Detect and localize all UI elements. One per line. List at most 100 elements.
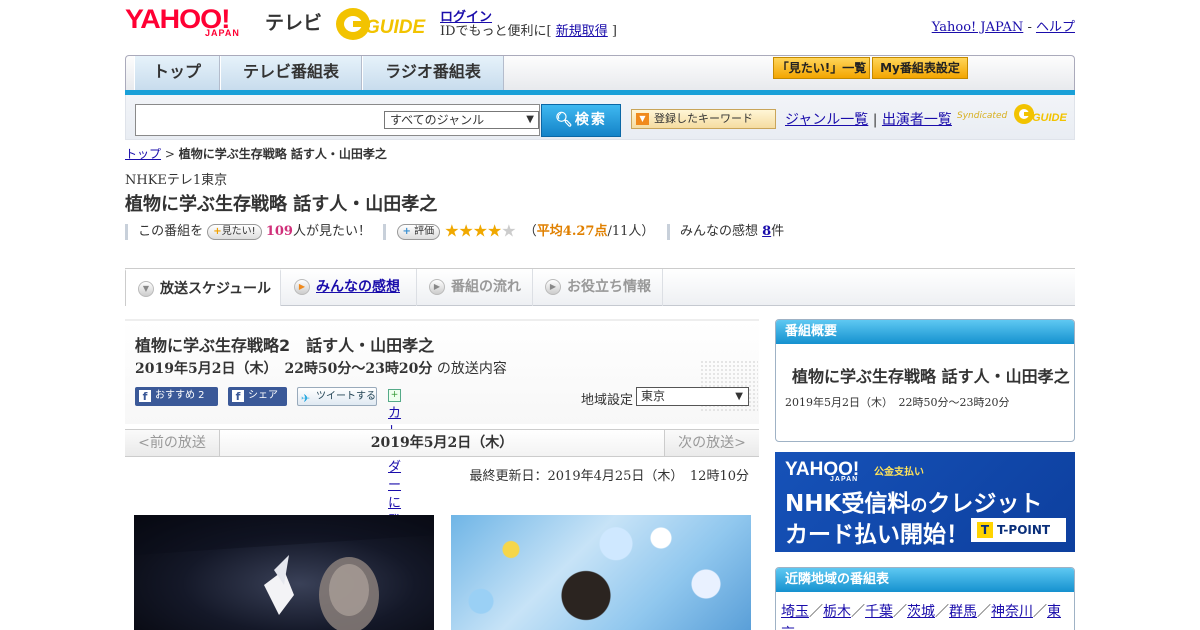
tab-program-flow: ▶ 番組の流れ bbox=[417, 269, 533, 306]
nearby-region-link[interactable]: 群馬 bbox=[949, 604, 977, 620]
star-icon: ★ bbox=[444, 221, 459, 242]
channel-name: NHKEテレ1東京 bbox=[125, 173, 228, 188]
ad-yahoo-logo-japan: JAPAN bbox=[830, 476, 859, 483]
facebook-recommend-button[interactable]: f おすすめ 2 bbox=[135, 387, 218, 406]
play-arrow-icon: ▶ bbox=[429, 279, 445, 295]
next-broadcast-link[interactable]: 次の放送> bbox=[664, 430, 759, 456]
help-link[interactable]: ヘルプ bbox=[1036, 20, 1075, 35]
tab-useful-info: ▶ お役立ち情報 bbox=[533, 269, 663, 306]
facebook-share-button[interactable]: f シェア bbox=[228, 387, 287, 406]
play-arrow-icon: ▶ bbox=[294, 279, 310, 295]
tab-label: お役立ち情報 bbox=[567, 279, 651, 295]
ad-headline-1a: NHK受信料 bbox=[785, 491, 911, 517]
play-arrow-icon: ▶ bbox=[545, 279, 561, 295]
last-updated: 最終更新日：2019年4月25日（木） 12時10分 bbox=[469, 469, 749, 484]
genre-list-link[interactable]: ジャンル一覧 bbox=[785, 112, 868, 128]
calendar-plus-icon: + bbox=[388, 389, 401, 402]
ad-headline-1b: の bbox=[910, 496, 928, 516]
tab-label: 放送スケジュール bbox=[160, 281, 272, 297]
search-button-label: 検索 bbox=[574, 112, 607, 128]
registered-keywords-button[interactable]: ▼ 登録したキーワード bbox=[631, 109, 776, 129]
dropdown-arrow-icon: ▼ bbox=[735, 391, 743, 402]
nav-tab-tv-schedule[interactable]: テレビ番組表 bbox=[220, 56, 362, 90]
tv-logo-text: テレビ bbox=[265, 13, 323, 34]
rate-button-label: 評価 bbox=[414, 225, 435, 237]
tpoint-badge: T T-POINT bbox=[971, 518, 1066, 542]
top-links: Yahoo! JAPAN - ヘルプ bbox=[932, 16, 1075, 35]
nearby-region-link[interactable]: 埼玉 bbox=[781, 604, 809, 620]
tpoint-icon: T bbox=[977, 522, 993, 538]
triangle-down-icon: ▼ bbox=[636, 113, 649, 125]
divider bbox=[125, 223, 128, 240]
want-list-button[interactable]: 「見たい!」一覧 bbox=[773, 57, 870, 79]
facebook-share-label: シェア bbox=[248, 390, 278, 401]
twitter-bird-icon: ✈ bbox=[301, 392, 311, 405]
facebook-icon: f bbox=[232, 390, 244, 403]
rating-average: 平均4.27点 bbox=[536, 224, 608, 239]
chevron-down-icon: ▼ bbox=[138, 281, 154, 297]
tab-label: 番組の流れ bbox=[451, 279, 521, 295]
tab-broadcast-schedule[interactable]: ▼ 放送スケジュール bbox=[125, 269, 281, 306]
nav-tab-radio-schedule[interactable]: ラジオ番組表 bbox=[362, 56, 504, 90]
tweet-label: ツイートする bbox=[316, 391, 376, 402]
genre-select-value: すべてのジャンル bbox=[390, 113, 485, 127]
nearby-region-link[interactable]: 千葉 bbox=[865, 604, 893, 620]
program-summary-heading: 番組概要 bbox=[776, 320, 1074, 344]
plus-icon: + bbox=[213, 225, 222, 237]
breadcrumb-separator: > bbox=[161, 147, 179, 161]
region-separator: ／ bbox=[935, 604, 949, 620]
yahoo-japan-link[interactable]: Yahoo! JAPAN bbox=[932, 20, 1024, 35]
rating-open: （ bbox=[523, 224, 537, 239]
nearby-region-link[interactable]: 神奈川 bbox=[991, 604, 1033, 620]
pager-current-date: 2019年5月2日（木） bbox=[220, 430, 664, 456]
program-tabs: ▼ 放送スケジュール ▶ みんなの感想 ▶ 番組の流れ ▶ お役立ち情報 bbox=[125, 268, 1075, 306]
list-links: ジャンル一覧 | 出演者一覧 bbox=[785, 109, 952, 129]
nearby-region-links: 埼玉／栃木／千葉／茨城／群馬／神奈川／東京 bbox=[781, 601, 1069, 630]
region-separator: ／ bbox=[809, 604, 823, 620]
cast-list-link[interactable]: 出演者一覧 bbox=[882, 112, 952, 128]
signup-link[interactable]: 新規取得 bbox=[556, 24, 608, 39]
dropdown-arrow-icon: ▼ bbox=[526, 114, 534, 125]
star-icon: ★ bbox=[501, 221, 516, 242]
gguide-logo[interactable]: GUIDE bbox=[335, 6, 433, 42]
nearby-regions-heading: 近隣地域の番組表 bbox=[776, 568, 1074, 592]
genre-select[interactable]: すべてのジャンル ▼ bbox=[384, 111, 539, 129]
broadcast-pager: <前の放送 2019年5月2日（木） 次の放送> bbox=[125, 429, 759, 457]
ad-headline-2: カード払い開始！ bbox=[785, 522, 969, 548]
tweet-button[interactable]: ✈ ツイートする bbox=[297, 387, 377, 406]
program-photo-2 bbox=[451, 515, 751, 630]
nearby-region-link[interactable]: 栃木 bbox=[823, 604, 851, 620]
login-subtext: IDでもっと便利に[ 新規取得 ] bbox=[440, 20, 617, 39]
want-prefix: この番組を bbox=[138, 224, 204, 239]
episode-date: 2019年5月2日（木） 22時50分～23時20分 の放送内容 bbox=[135, 358, 507, 378]
nav-tab-top[interactable]: トップ bbox=[134, 56, 220, 90]
tpoint-label: T-POINT bbox=[997, 523, 1051, 537]
search-button[interactable]: 🔍︎検索 bbox=[541, 104, 621, 137]
region-separator: ／ bbox=[977, 604, 991, 620]
want-button[interactable]: +見たい! bbox=[207, 223, 262, 240]
my-schedule-button[interactable]: My番組表設定 bbox=[872, 57, 968, 79]
region-label: 地域設定 bbox=[581, 393, 634, 408]
prev-broadcast-link[interactable]: <前の放送 bbox=[125, 430, 220, 456]
breadcrumb-top-link[interactable]: トップ bbox=[125, 147, 161, 161]
facebook-icon: f bbox=[139, 390, 151, 403]
want-button-label: 見たい! bbox=[221, 225, 256, 237]
nearby-region-link[interactable]: 茨城 bbox=[907, 604, 935, 620]
facebook-recommend-label: おすすめ 2 bbox=[155, 390, 205, 401]
region-select[interactable]: 東京 ▼ bbox=[636, 387, 749, 406]
want-count: 109 bbox=[265, 224, 293, 239]
impressions-label: みんなの感想 bbox=[679, 224, 758, 239]
ad-public-payment-label: 公金支払い bbox=[874, 467, 924, 478]
star-icon: ★ bbox=[458, 221, 474, 242]
episode-title: 植物に学ぶ生存戦略2 話す人・山田孝之 bbox=[135, 336, 435, 355]
rating-stars: ★★★★★ bbox=[444, 221, 516, 242]
region-select-value: 東京 bbox=[641, 389, 666, 403]
yahoo-logo-japan: JAPAN bbox=[205, 28, 240, 38]
impressions-count-link[interactable]: 8 bbox=[762, 224, 771, 239]
rate-button[interactable]: + 評価 bbox=[396, 223, 441, 240]
summary-title: 植物に学ぶ生存戦略 話す人・山田孝之 bbox=[792, 367, 1070, 386]
tab-impressions[interactable]: ▶ みんなの感想 bbox=[282, 269, 417, 306]
divider bbox=[666, 223, 670, 240]
ad-headline-1: NHK受信料のクレジット bbox=[785, 484, 1042, 518]
plus-icon: + bbox=[402, 225, 411, 237]
